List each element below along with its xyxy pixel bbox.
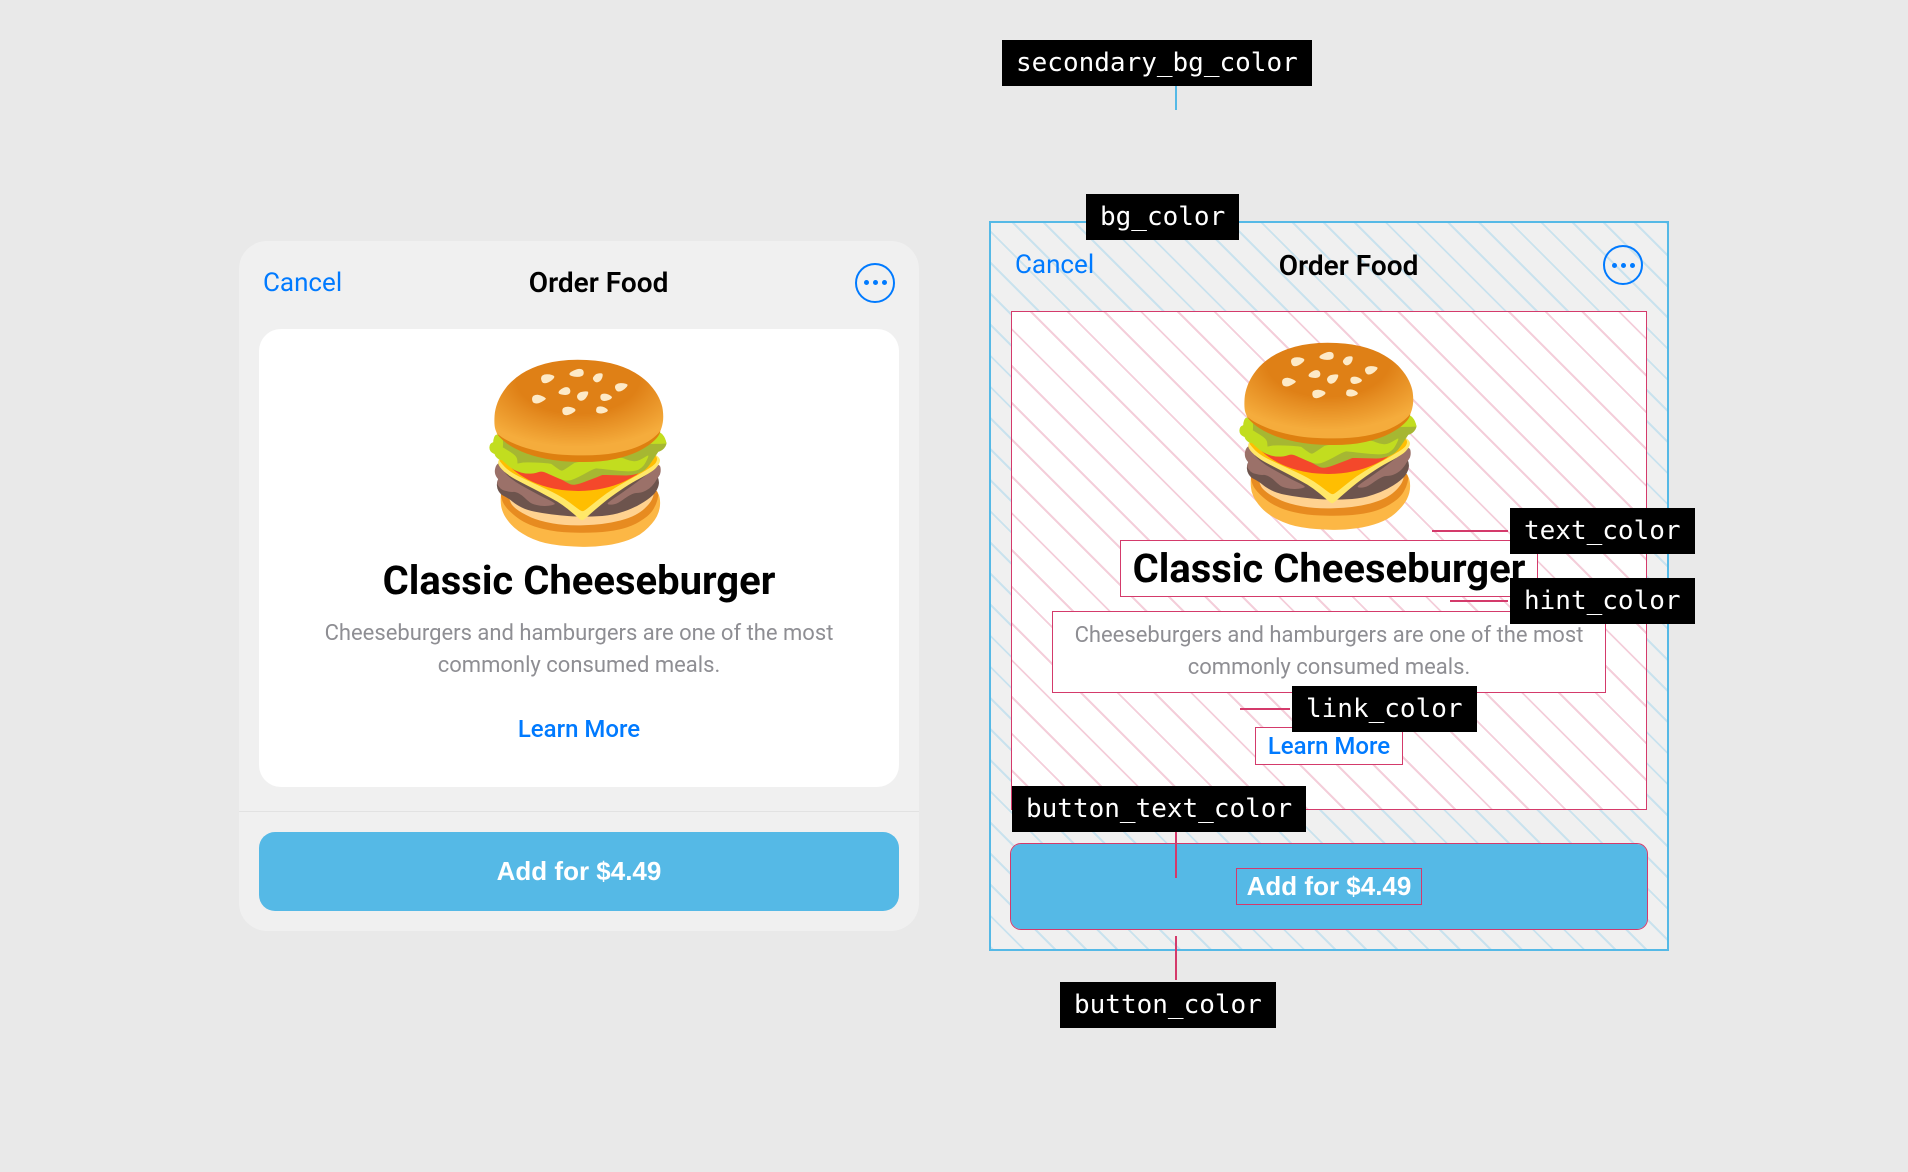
product-card: 🍔 Classic Cheeseburger Cheeseburgers and…	[1011, 311, 1647, 810]
cancel-button[interactable]: Cancel	[1015, 250, 1094, 280]
add-button-label: Add for $4.49	[497, 856, 662, 886]
annotation-text: text_color	[1510, 508, 1695, 554]
product-card: 🍔 Classic Cheeseburger Cheeseburgers and…	[259, 329, 899, 788]
leader-line	[1240, 708, 1290, 710]
annotation-link: link_color	[1292, 686, 1477, 732]
page-title: Order Food	[1279, 249, 1419, 282]
app-panel-rendered: Cancel Order Food 🍔 Classic Cheeseburger…	[239, 241, 919, 932]
leader-line	[1175, 936, 1177, 980]
cancel-button[interactable]: Cancel	[263, 268, 342, 298]
burger-icon: 🍔	[473, 369, 685, 539]
annotation-secondary-bg: secondary_bg_color	[1002, 40, 1312, 86]
add-button-label: Add for $4.49	[1236, 868, 1423, 905]
product-title: Classic Cheeseburger	[1120, 540, 1539, 597]
topbar: Cancel Order Food	[239, 241, 919, 317]
add-button[interactable]: Add for $4.49	[259, 832, 899, 911]
learn-more-link[interactable]: Learn More	[1255, 727, 1403, 765]
leader-line	[1175, 84, 1177, 110]
more-icon[interactable]	[1603, 245, 1643, 285]
annotation-button-text: button_text_color	[1012, 786, 1306, 832]
learn-more-link[interactable]: Learn More	[518, 715, 640, 743]
annotation-bg: bg_color	[1086, 194, 1239, 240]
annotation-hint: hint_color	[1510, 578, 1695, 624]
burger-icon: 🍔	[1223, 352, 1435, 522]
product-description: Cheeseburgers and hamburgers are one of …	[299, 618, 859, 682]
annotation-button: button_color	[1060, 982, 1276, 1028]
footer: Add for $4.49	[239, 811, 919, 931]
leader-line	[1432, 530, 1508, 532]
add-button[interactable]: Add for $4.49	[1011, 844, 1647, 929]
leader-line	[1450, 600, 1508, 602]
more-icon[interactable]	[855, 263, 895, 303]
product-title: Classic Cheeseburger	[383, 557, 776, 604]
page-title: Order Food	[529, 266, 669, 299]
leader-line	[1175, 832, 1177, 878]
footer: Add for $4.49	[991, 834, 1667, 949]
